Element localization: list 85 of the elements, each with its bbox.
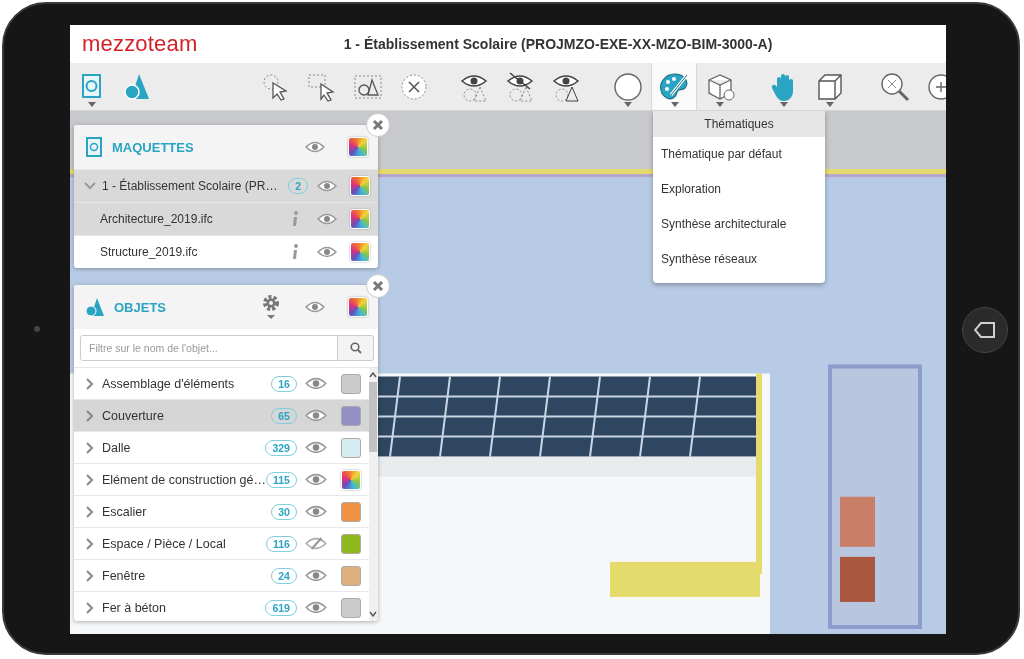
project-title: 1 - Établissement Scolaire (PROJMZO-EXE-XX-MZO-BIM-3000-A) bbox=[342, 36, 774, 52]
chevron-icon[interactable] bbox=[86, 537, 94, 550]
caret-icon bbox=[671, 102, 679, 107]
close-icon bbox=[372, 280, 384, 292]
category-name: Assemblage d'éléments bbox=[101, 376, 236, 391]
chevron-icon[interactable] bbox=[86, 569, 94, 582]
camera-dot bbox=[34, 326, 40, 332]
eye-icon bbox=[304, 601, 327, 614]
eye-icon bbox=[304, 473, 327, 486]
project-row[interactable]: 1 - Établissement Scolaire (PR… 2 bbox=[74, 169, 378, 202]
chevron-icon[interactable] bbox=[86, 377, 94, 390]
info-icon bbox=[291, 211, 299, 227]
eye-icon bbox=[305, 301, 325, 313]
model-file-name: Architecture_2019.ifc bbox=[100, 212, 214, 226]
eye-icon bbox=[304, 377, 327, 390]
eye-icon bbox=[304, 441, 327, 454]
category-name: Fer à béton bbox=[101, 600, 167, 615]
eye-hidden-icon bbox=[304, 537, 327, 550]
cone-sphere-icon bbox=[84, 297, 106, 317]
back-arrow-icon bbox=[974, 322, 996, 338]
color-swatch[interactable] bbox=[340, 501, 361, 522]
category-name: Elément de construction gé… bbox=[101, 472, 266, 487]
category-name: Fenêtre bbox=[101, 568, 147, 583]
menu-item[interactable]: Exploration bbox=[653, 172, 825, 207]
color-swatch[interactable] bbox=[340, 437, 361, 458]
object-category-row[interactable]: Couverture 65 bbox=[74, 400, 369, 432]
model-file-row[interactable]: Structure_2019.ifc bbox=[74, 235, 378, 268]
object-category-row[interactable]: Dalle 329 bbox=[74, 432, 369, 464]
object-category-row[interactable]: Espace / Pièce / Local 116 bbox=[74, 528, 369, 560]
zoom-extent-icon bbox=[879, 70, 911, 103]
color-swatch[interactable] bbox=[340, 373, 361, 394]
model-stack-icon bbox=[84, 136, 104, 158]
category-name: Escalier bbox=[101, 504, 148, 519]
eye-icon bbox=[304, 409, 327, 422]
chevron-icon[interactable] bbox=[86, 601, 94, 614]
chevron-icon[interactable] bbox=[86, 441, 94, 454]
filter-field[interactable]: Filtre sur le nom de l'objet... bbox=[80, 335, 338, 361]
scroll-thumb[interactable] bbox=[369, 382, 378, 452]
eye-icon bbox=[317, 213, 337, 225]
chevron-icon[interactable] bbox=[86, 473, 94, 486]
model-file-name: Structure_2019.ifc bbox=[100, 245, 199, 259]
color-swatch[interactable] bbox=[340, 597, 361, 618]
color-swatch[interactable] bbox=[340, 533, 361, 554]
object-category-row[interactable]: Elément de construction gé… 115 bbox=[74, 464, 369, 496]
color-swatch[interactable] bbox=[340, 405, 361, 426]
menu-item[interactable]: Synthèse réseaux bbox=[653, 242, 825, 277]
category-name: Couverture bbox=[101, 408, 165, 423]
menu-title: Thématiques bbox=[653, 111, 825, 137]
scroll-up-icon[interactable] bbox=[369, 372, 378, 378]
caret-icon bbox=[88, 102, 96, 107]
eye-hide-icon bbox=[504, 70, 536, 103]
project-name: 1 - Établissement Scolaire (PR… bbox=[102, 179, 279, 193]
circle-icon bbox=[612, 70, 644, 103]
eye-icon bbox=[317, 180, 337, 192]
chevron-icon[interactable] bbox=[84, 182, 96, 190]
model-file-row[interactable]: Architecture_2019.ifc bbox=[74, 202, 378, 235]
object-category-row[interactable]: Escalier 30 bbox=[74, 496, 369, 528]
close-icon bbox=[372, 119, 384, 131]
color-swatch[interactable] bbox=[340, 565, 361, 586]
panel-title: OBJETS bbox=[114, 299, 166, 315]
chevron-icon[interactable] bbox=[86, 505, 94, 518]
settings-icon bbox=[262, 294, 280, 320]
caret-icon bbox=[826, 102, 834, 107]
count-badge: 116 bbox=[266, 535, 297, 552]
menu-item[interactable]: Synthèse architecturale bbox=[653, 207, 825, 242]
menu-item[interactable]: Thématique par défaut bbox=[653, 137, 825, 172]
eye-icon bbox=[304, 505, 327, 518]
object-category-row[interactable]: Fenêtre 24 bbox=[74, 560, 369, 592]
eye-icon bbox=[305, 141, 325, 153]
category-name: Dalle bbox=[101, 440, 132, 455]
search-button[interactable] bbox=[338, 335, 374, 361]
info-icon bbox=[291, 244, 299, 260]
panel-title: MAQUETTES bbox=[112, 139, 194, 155]
search-icon bbox=[349, 342, 362, 354]
eye-icon bbox=[317, 246, 337, 258]
eye-icon bbox=[304, 569, 327, 582]
back-button[interactable] bbox=[962, 307, 1008, 353]
chevron-icon[interactable] bbox=[86, 409, 94, 422]
scroll-down-icon[interactable] bbox=[369, 611, 378, 617]
scrollbar[interactable] bbox=[368, 368, 378, 621]
mezzoteam-logo[interactable]: mezzoteam bbox=[70, 31, 240, 57]
caret-icon bbox=[716, 102, 724, 107]
category-name: Espace / Pièce / Local bbox=[101, 536, 227, 551]
object-category-row[interactable]: Fer à béton 619 bbox=[74, 592, 369, 621]
palette-button[interactable] bbox=[651, 63, 697, 110]
